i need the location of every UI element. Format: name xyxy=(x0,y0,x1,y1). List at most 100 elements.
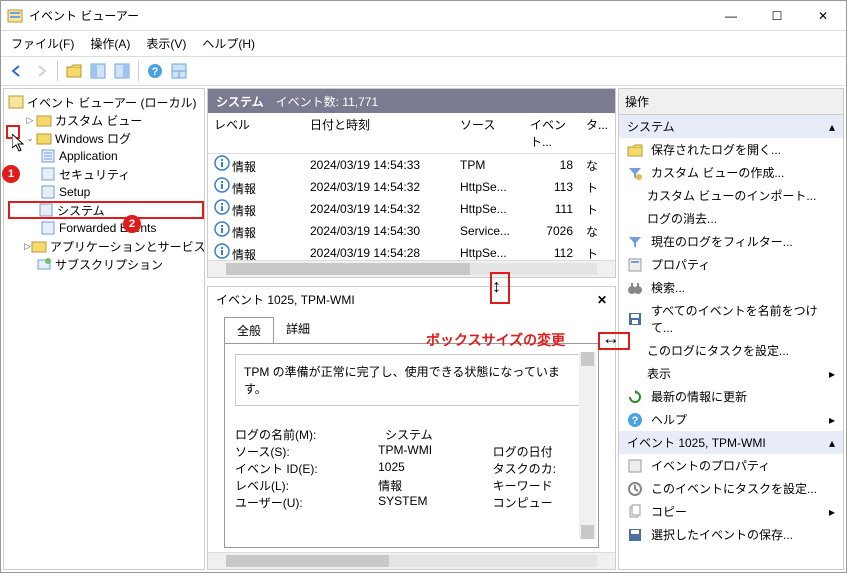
action-label: すべてのイベントを名前をつけて... xyxy=(651,302,835,336)
tree-root[interactable]: イベント ビューアー (ローカル) xyxy=(8,93,204,111)
copy-icon xyxy=(627,504,643,520)
col-level[interactable]: レベル xyxy=(208,113,304,153)
col-source[interactable]: ソース xyxy=(454,113,524,153)
action-label: このイベントにタスクを設定... xyxy=(651,480,817,497)
action-event-properties[interactable]: イベントのプロパティ xyxy=(619,454,843,477)
expand-icon[interactable]: ▷ xyxy=(24,241,31,252)
task-icon xyxy=(627,481,643,497)
k-logname: ログの名前(M): xyxy=(235,426,385,443)
tree-security[interactable]: セキュリティ xyxy=(8,165,204,183)
actions-section-system[interactable]: システム▴ xyxy=(619,115,843,138)
layout-icon[interactable] xyxy=(167,59,191,83)
collapse-icon[interactable]: ⌄ xyxy=(24,133,36,144)
action-label: カスタム ビューの作成... xyxy=(651,164,784,181)
event-row[interactable]: 情報2024/03/19 14:54:32HttpSe...111ト xyxy=(208,198,615,220)
tree-application[interactable]: Application xyxy=(8,147,204,165)
action-attach-task-event[interactable]: このイベントにタスクを設定... xyxy=(619,477,843,500)
nav-forward-button[interactable] xyxy=(29,59,53,83)
tree-setup[interactable]: Setup xyxy=(8,183,204,201)
menu-help[interactable]: ヘルプ(H) xyxy=(196,33,261,54)
browse-icon[interactable] xyxy=(62,59,86,83)
folder-icon xyxy=(36,130,52,146)
action-label: イベントのプロパティ xyxy=(651,457,770,474)
horizontal-splitter[interactable] xyxy=(207,278,616,286)
action-attach-task-log[interactable]: このログにタスクを設定... xyxy=(619,339,843,362)
action-find[interactable]: 検索... xyxy=(619,276,843,299)
tab-general[interactable]: 全般 xyxy=(224,317,274,344)
scope-tree[interactable]: イベント ビューアー (ローカル) ▷ カスタム ビュー ⌄ Windows ロ… xyxy=(3,88,205,570)
tab-details[interactable]: 詳細 xyxy=(274,316,322,343)
action-properties[interactable]: プロパティ xyxy=(619,253,843,276)
help-icon[interactable]: ? xyxy=(143,59,167,83)
log-icon xyxy=(40,184,56,200)
event-row[interactable]: 情報2024/03/19 14:54:32HttpSe...113ト xyxy=(208,176,615,198)
action-import-custom-view[interactable]: カスタム ビューのインポート... xyxy=(619,184,843,207)
menu-action[interactable]: 操作(A) xyxy=(84,33,136,54)
col-eventid[interactable]: イベント... xyxy=(524,113,580,153)
event-list[interactable]: 情報2024/03/19 14:54:33TPM18な情報2024/03/19 … xyxy=(208,154,615,260)
v-level: 情報 xyxy=(378,477,492,494)
detail-h-scrollbar[interactable] xyxy=(208,552,615,569)
maximize-button[interactable]: ☐ xyxy=(754,1,800,31)
close-button[interactable]: ✕ xyxy=(800,1,846,31)
view-icon-1[interactable] xyxy=(86,59,110,83)
nav-back-button[interactable] xyxy=(5,59,29,83)
k-source: ソース(S): xyxy=(235,443,378,460)
actions-section-event[interactable]: イベント 1025, TPM-WMI▴ xyxy=(619,431,843,454)
action-label: ヘルプ xyxy=(651,411,687,428)
event-row[interactable]: 情報2024/03/19 14:54:30Service...7026な xyxy=(208,220,615,242)
detail-title: イベント 1025, TPM-WMI xyxy=(216,291,355,308)
v-logname: システム xyxy=(385,426,505,443)
menu-view[interactable]: 表示(V) xyxy=(140,33,192,54)
folder-icon xyxy=(31,238,47,254)
k-logged: ログの日付 xyxy=(493,443,588,460)
tree-windows-logs[interactable]: ⌄ Windows ログ xyxy=(8,129,204,147)
tree-subscriptions[interactable]: ▷ サブスクリプション xyxy=(8,255,204,273)
expand-icon[interactable]: ▷ xyxy=(24,115,36,126)
log-icon xyxy=(40,166,56,182)
action-create-custom-view[interactable]: カスタム ビューの作成... xyxy=(619,161,843,184)
tree-label: Windows ログ xyxy=(55,130,131,147)
minimize-button[interactable]: ― xyxy=(708,1,754,31)
tree-custom-views[interactable]: ▷ カスタム ビュー xyxy=(8,111,204,129)
list-header-name: システム xyxy=(216,93,264,110)
action-open-saved-log[interactable]: 保存されたログを開く... xyxy=(619,138,843,161)
event-row[interactable]: 情報2024/03/19 14:54:28HttpSe...112ト xyxy=(208,242,615,260)
action-save-all-events[interactable]: すべてのイベントを名前をつけて... xyxy=(619,299,843,339)
action-copy-submenu[interactable]: コピー ▸ xyxy=(619,500,843,523)
detail-v-scrollbar[interactable] xyxy=(579,352,596,539)
action-save-selected[interactable]: 選択したイベントの保存... xyxy=(619,523,843,546)
detail-close-button[interactable]: ✕ xyxy=(597,293,607,307)
list-h-scrollbar[interactable] xyxy=(208,260,615,277)
action-label: このログにタスクを設定... xyxy=(647,342,789,359)
v-source: TPM-WMI xyxy=(378,443,492,460)
list-header-bar: システム イベント数: 11,771 xyxy=(208,89,615,113)
action-view-submenu[interactable]: 表示▸ xyxy=(619,362,843,385)
list-header-count: イベント数: 11,771 xyxy=(276,93,378,110)
col-date[interactable]: 日付と時刻 xyxy=(304,113,454,153)
log-icon xyxy=(40,148,56,164)
action-clear-log[interactable]: ログの消去... xyxy=(619,207,843,230)
tree-system[interactable]: システム xyxy=(8,201,204,219)
tree-app-services-logs[interactable]: ▷ アプリケーションとサービス ログ xyxy=(8,237,204,255)
action-refresh[interactable]: 最新の情報に更新 xyxy=(619,385,843,408)
collapse-icon: ▴ xyxy=(829,120,835,134)
view-icon-2[interactable] xyxy=(110,59,134,83)
chevron-right-icon: ▸ xyxy=(829,505,835,519)
tree-label: システム xyxy=(57,202,105,219)
log-icon xyxy=(38,202,54,218)
info-icon xyxy=(214,243,230,259)
tree-label: セキュリティ xyxy=(59,166,130,183)
action-help-submenu[interactable]: ?ヘルプ▸ xyxy=(619,408,843,431)
col-task[interactable]: タ... xyxy=(580,113,598,153)
k-taskcat: タスクのカ: xyxy=(493,460,588,477)
menu-file[interactable]: ファイル(F) xyxy=(5,33,80,54)
tree-forwarded-events[interactable]: Forwarded Events xyxy=(8,219,204,237)
event-row[interactable]: 情報2024/03/19 14:54:33TPM18な xyxy=(208,154,615,176)
action-filter-log[interactable]: 現在のログをフィルター... xyxy=(619,230,843,253)
action-label: 検索... xyxy=(651,279,685,296)
event-message: TPM の準備が正常に完了し、使用できる状態になっています。 xyxy=(235,354,588,406)
folder-icon xyxy=(36,112,52,128)
filter-icon xyxy=(627,234,643,250)
action-label: コピー xyxy=(651,503,687,520)
